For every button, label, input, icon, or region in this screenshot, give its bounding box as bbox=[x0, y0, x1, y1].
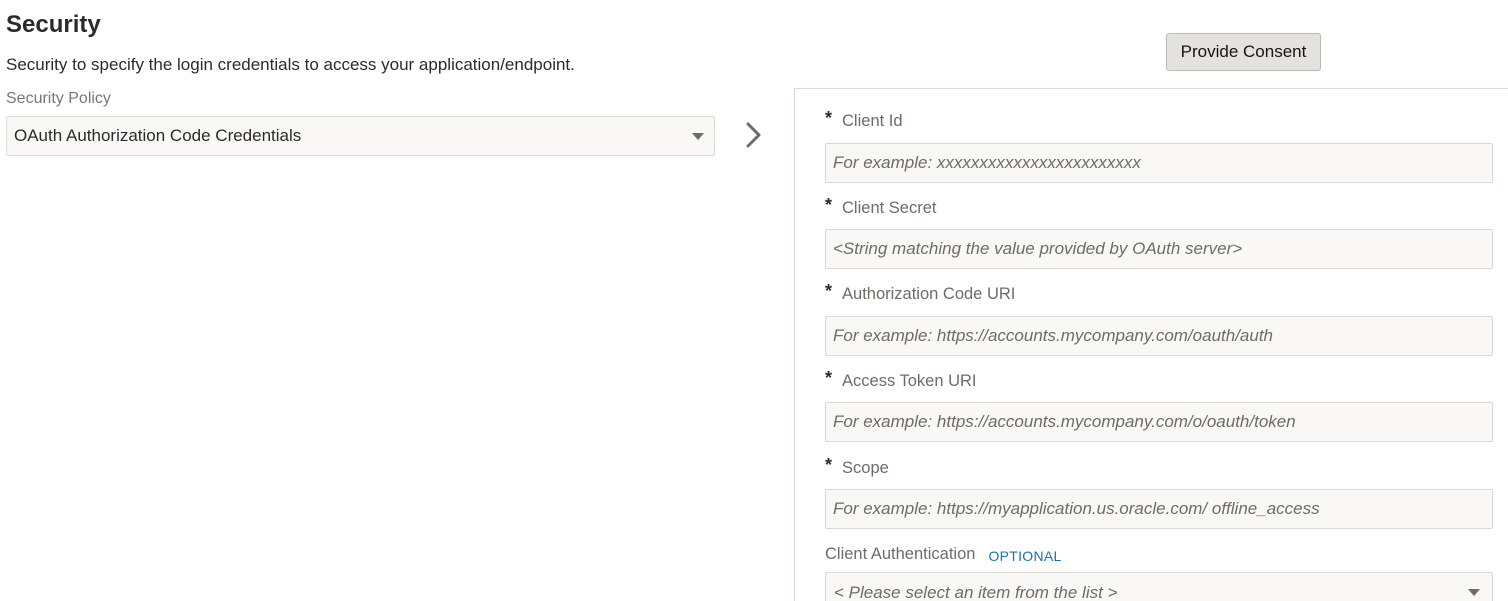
access-token-uri-label: * Access Token URI bbox=[825, 368, 977, 392]
security-policy-select[interactable]: OAuth Authorization Code Credentials bbox=[6, 116, 715, 156]
auth-code-uri-label: * Authorization Code URI bbox=[825, 281, 1016, 305]
caret-down-icon bbox=[692, 133, 704, 140]
client-auth-select[interactable]: < Please select an item from the list > bbox=[825, 572, 1493, 601]
client-auth-placeholder: < Please select an item from the list > bbox=[834, 583, 1118, 601]
page-description: Security to specify the login credential… bbox=[6, 55, 575, 74]
provide-consent-button[interactable]: Provide Consent bbox=[1166, 33, 1321, 71]
client-secret-label: * Client Secret bbox=[825, 195, 937, 219]
scope-input[interactable] bbox=[825, 489, 1493, 529]
required-marker: * bbox=[825, 281, 833, 301]
client-auth-label: Client Authentication OPTIONAL bbox=[825, 545, 1062, 564]
security-page: Security Security to specify the login c… bbox=[0, 0, 1508, 601]
auth-code-uri-input[interactable] bbox=[825, 316, 1493, 356]
required-marker: * bbox=[825, 368, 833, 388]
auth-code-uri-label-text: Authorization Code URI bbox=[842, 285, 1016, 303]
optional-badge: OPTIONAL bbox=[988, 547, 1062, 564]
client-id-label: * Client Id bbox=[825, 108, 903, 132]
client-id-label-text: Client Id bbox=[842, 112, 903, 130]
required-marker: * bbox=[825, 455, 833, 475]
security-policy-value: OAuth Authorization Code Credentials bbox=[14, 126, 302, 145]
scope-label-text: Scope bbox=[842, 459, 889, 477]
scope-label: * Scope bbox=[825, 455, 889, 479]
access-token-uri-input[interactable] bbox=[825, 402, 1493, 442]
client-id-input[interactable] bbox=[825, 143, 1493, 183]
chevron-right-icon[interactable] bbox=[742, 119, 766, 151]
caret-down-icon bbox=[1468, 589, 1480, 596]
access-token-uri-label-text: Access Token URI bbox=[842, 372, 977, 390]
required-marker: * bbox=[825, 108, 833, 128]
client-secret-label-text: Client Secret bbox=[842, 199, 937, 217]
page-title: Security bbox=[6, 11, 101, 38]
required-marker: * bbox=[825, 195, 833, 215]
client-secret-input[interactable] bbox=[825, 229, 1493, 269]
client-auth-label-text: Client Authentication bbox=[825, 545, 976, 563]
security-policy-label: Security Policy bbox=[6, 90, 111, 107]
